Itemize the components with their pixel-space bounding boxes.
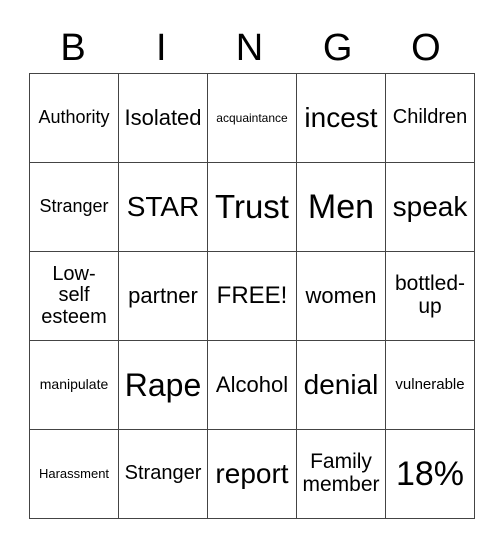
cell-text: STAR <box>126 190 200 222</box>
bingo-cell[interactable]: vulnerable <box>385 340 475 430</box>
bingo-cell[interactable]: speak <box>385 162 475 252</box>
header-letter-i: I <box>156 27 167 69</box>
bingo-cell[interactable]: bottled-up <box>385 251 475 341</box>
bingo-cell[interactable]: Children <box>385 73 475 163</box>
bingo-cell[interactable]: Trust <box>207 162 297 252</box>
cell-text: 18% <box>395 454 465 493</box>
bingo-header: B I N G O <box>29 26 470 70</box>
cell-text: partner <box>128 283 198 309</box>
bingo-cell[interactable]: denial <box>296 340 386 430</box>
bingo-cell[interactable]: Stranger <box>118 429 208 519</box>
bingo-cell[interactable]: Family member <box>296 429 386 519</box>
grid-row-2: Stranger STAR Trust Men speak <box>29 162 475 252</box>
cell-text: Harassment <box>38 465 110 481</box>
cell-text: acquaintance <box>216 110 288 125</box>
cell-text: Authority <box>38 107 110 128</box>
bingo-cell[interactable]: incest <box>296 73 386 163</box>
bingo-grid: Authority Isolated acquaintance incest C… <box>29 73 475 519</box>
bingo-cell[interactable]: Stranger <box>29 162 119 252</box>
header-letter-o: O <box>411 27 441 69</box>
grid-row-4: manipulate Rape Alcohol denial vulnerabl… <box>29 340 475 430</box>
cell-text: Stranger <box>39 196 109 217</box>
bingo-cell[interactable]: Harassment <box>29 429 119 519</box>
header-letter-b: B <box>60 27 86 69</box>
cell-text: manipulate <box>39 376 109 393</box>
cell-text: report <box>215 457 289 489</box>
bingo-cell[interactable]: partner <box>118 251 208 341</box>
cell-text: incest <box>304 101 378 133</box>
bingo-cell[interactable]: Men <box>296 162 386 252</box>
cell-text: Rape <box>124 366 202 403</box>
cell-text: vulnerable <box>395 375 465 393</box>
cell-text: Family member <box>302 450 380 496</box>
bingo-cell[interactable]: acquaintance <box>207 73 297 163</box>
grid-row-5: Harassment Stranger report Family member… <box>29 429 475 519</box>
bingo-cell[interactable]: Isolated <box>118 73 208 163</box>
cell-text: bottled-up <box>394 272 466 318</box>
bingo-cell[interactable]: Alcohol <box>207 340 297 430</box>
header-letter-g: G <box>322 27 353 69</box>
cell-text: Isolated <box>124 105 202 131</box>
bingo-cell[interactable]: women <box>296 251 386 341</box>
cell-text: Children <box>392 106 468 129</box>
cell-text: Trust <box>215 188 289 226</box>
free-space-cell[interactable]: FREE! <box>207 251 297 341</box>
cell-text: Stranger <box>124 462 202 485</box>
cell-text: denial <box>303 368 379 400</box>
bingo-cell[interactable]: Low-self esteem <box>29 251 119 341</box>
grid-row-1: Authority Isolated acquaintance incest C… <box>29 73 475 163</box>
bingo-cell[interactable]: Rape <box>118 340 208 430</box>
grid-row-3: Low-self esteem partner FREE! women bott… <box>29 251 475 341</box>
header-letter-n: N <box>235 27 264 69</box>
bingo-cell[interactable]: STAR <box>118 162 208 252</box>
cell-text: Men <box>307 187 375 226</box>
bingo-cell[interactable]: Authority <box>29 73 119 163</box>
cell-text: speak <box>392 190 468 222</box>
cell-text: women <box>305 283 377 309</box>
cell-text: Alcohol <box>215 372 289 398</box>
bingo-cell[interactable]: 18% <box>385 429 475 519</box>
bingo-cell[interactable]: report <box>207 429 297 519</box>
cell-text: FREE! <box>216 282 288 310</box>
bingo-cell[interactable]: manipulate <box>29 340 119 430</box>
cell-text: Low-self esteem <box>41 262 107 328</box>
